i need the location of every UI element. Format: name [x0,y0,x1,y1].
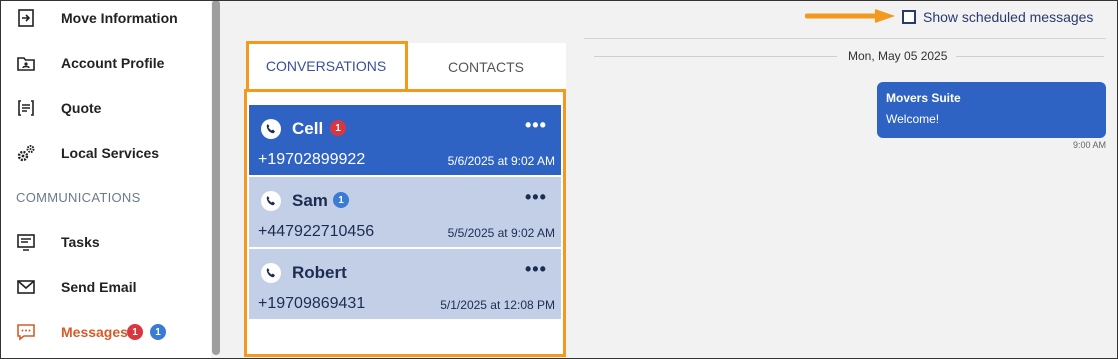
message-text: Welcome! [886,112,940,126]
conversation-number: +19702899922 [258,151,366,168]
header-divider [584,38,1106,39]
more-options-icon[interactable]: ••• [525,259,547,280]
sidebar-item-messages[interactable]: Messages 1 1 [1,312,211,352]
highlight-box-tab [246,41,408,91]
unread-badge: 1 [330,120,346,136]
sidebar-item-label: Messages [61,324,128,340]
tasks-icon [16,232,36,252]
message-time: 9:00 AM [1072,140,1106,150]
sidebar-item-send-email[interactable]: Send Email [1,267,211,307]
message-bubble: Movers Suite Welcome! [877,82,1106,138]
gears-icon [16,143,36,163]
sidebar-item-account-profile[interactable]: Account Profile [1,43,211,83]
phone-icon [261,119,281,139]
date-separator-line [594,56,837,57]
tab-contacts[interactable]: CONTACTS [406,43,566,91]
move-in-icon [16,8,36,28]
sidebar-item-label: Local Services [61,145,160,161]
sidebar: Move Information Account Profile Quote L… [1,1,211,358]
quote-list-icon [16,98,36,118]
conversation-name: Robert [292,263,347,282]
more-options-icon[interactable]: ••• [525,115,547,136]
sidebar-item-label: Quote [61,100,102,116]
messages-count-badge: 1 [150,324,166,340]
sidebar-item-quote[interactable]: Quote [1,88,211,128]
sidebar-item-label: Account Profile [61,55,165,71]
phone-icon [261,191,281,211]
phone-icon [261,263,281,283]
conversation-name: Cell [292,119,324,138]
conversation-number: +447922710456 [258,223,375,240]
conversation-time: 5/5/2025 at 9:02 AM [447,226,555,240]
conversation-list: Cell 1 ••• +19702899922 5/6/2025 at 9:02… [249,105,561,320]
scheduled-label: Show scheduled messages [923,9,1094,25]
messages-unread-badge: 1 [127,324,143,340]
conversation-item[interactable]: Cell 1 ••• +19702899922 5/6/2025 at 9:02… [249,105,561,175]
sidebar-item-local-services[interactable]: Local Services [1,133,211,173]
chat-icon [16,322,36,342]
sidebar-item-move-information[interactable]: Move Information [1,0,211,38]
envelope-icon [16,277,36,297]
unread-badge: 1 [333,192,349,208]
date-separator: Mon, May 05 2025 [594,49,1104,63]
message-sender: Movers Suite [886,91,961,105]
conversation-time: 5/1/2025 at 12:08 PM [440,298,555,312]
date-label: Mon, May 05 2025 [848,49,948,63]
sidebar-item-label: Move Information [61,10,178,26]
conversation-item[interactable]: Robert ••• +19709869431 5/1/2025 at 12:0… [249,249,561,319]
highlight-box-connector [405,89,566,92]
show-scheduled-messages-toggle[interactable]: Show scheduled messages [902,9,1093,25]
sidebar-item-tasks[interactable]: Tasks [1,222,211,262]
conversation-time: 5/6/2025 at 9:02 AM [447,154,555,168]
sidebar-scrollbar[interactable] [212,0,220,355]
conversation-number: +19709869431 [258,295,366,312]
sidebar-item-label: Tasks [61,234,100,250]
scheduled-checkbox[interactable] [902,10,916,24]
date-separator-line [956,56,1104,57]
conversation-item[interactable]: Sam 1 ••• +447922710456 5/5/2025 at 9:02… [249,177,561,247]
account-folder-icon [16,53,36,73]
conversation-name: Sam [292,191,328,210]
orange-arrow-annotation [805,9,895,23]
more-options-icon[interactable]: ••• [525,187,547,208]
sidebar-item-label: Send Email [61,279,137,295]
sidebar-section-communications: COMMUNICATIONS [16,190,141,205]
